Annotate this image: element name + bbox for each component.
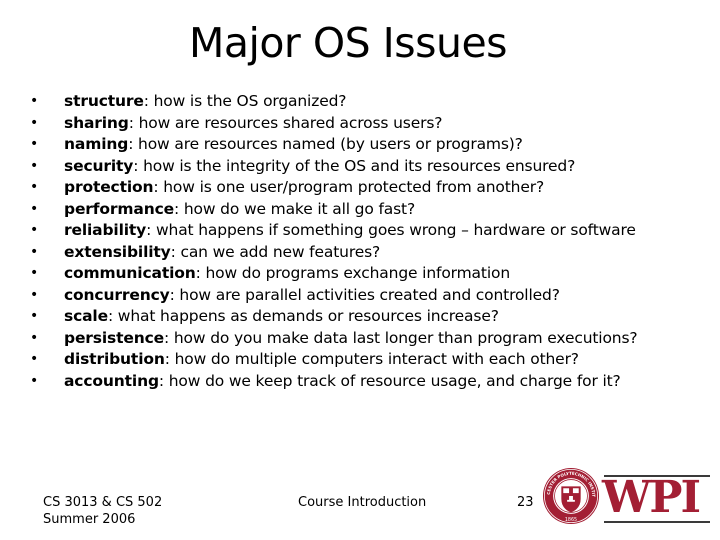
footer-section: Course Introduction [298, 495, 427, 510]
bullet-icon: • [29, 329, 39, 346]
bullet-icon: • [29, 222, 39, 238]
bullet-icon: • [29, 157, 39, 174]
bullet-text: accounting: how do we keep track of reso… [64, 371, 621, 393]
bullet-icon: • [29, 372, 39, 389]
bullet-text: persistence: how do you make data last l… [64, 328, 638, 350]
bullet-description: : how do we keep track of resource usage… [158, 371, 621, 390]
bullet-icon: • [29, 136, 39, 152]
bullet-text: sharing: how are resources shared across… [64, 113, 442, 135]
bullet-text: extensibility: can we add new features? [64, 242, 380, 264]
bullet-description: : how is one user/program protected from… [153, 178, 545, 196]
bullet-icon: • [29, 114, 39, 131]
bullet-icon: • [29, 200, 39, 217]
bullet-description: : how are resources shared across users? [128, 113, 443, 132]
bullet-term: extensibility [64, 242, 171, 261]
bullet-term: communication [64, 264, 196, 282]
bullet-icon: • [29, 265, 39, 281]
page-number: 23 [517, 495, 534, 510]
bullet-icon: • [29, 351, 39, 367]
bullet-term: persistence [64, 328, 165, 347]
bullet-term: accounting [64, 371, 159, 390]
bullet-text: security: how is the integrity of the OS… [64, 156, 575, 178]
bullet-icon: • [29, 93, 39, 109]
bullet-term: concurrency [64, 285, 170, 304]
bullet-text: communication: how do programs exchange … [64, 263, 510, 285]
bullet-term: structure [64, 92, 144, 110]
bullet-description: : how do we make it all go fast? [173, 199, 416, 218]
bullet-text: naming: how are resources named (by user… [64, 134, 523, 156]
bullet-term: security [64, 156, 134, 175]
bullet-text: protection: how is one user/program prot… [64, 177, 544, 199]
wpi-wordmark: WPI [600, 465, 710, 529]
bullet-description: : what happens if something goes wrong –… [146, 221, 636, 239]
bullet-description: : how do multiple computers interact wit… [164, 350, 579, 368]
bullet-term: naming [64, 135, 129, 153]
bullet-description: : how is the integrity of the OS and its… [133, 156, 576, 175]
bullet-text: scale: what happens as demands or resour… [64, 306, 499, 328]
bullet-term: performance [64, 199, 174, 218]
bullet-term: scale [64, 307, 108, 325]
bullet-term: sharing [64, 113, 129, 132]
wpi-seal-icon: 1865 WORCESTER POLYTECHNIC INSTITUTE [542, 467, 600, 525]
bullet-text: performance: how do we make it all go fa… [64, 199, 415, 221]
bullet-description: : how is the OS organized? [143, 92, 347, 110]
wpi-logo: 1865 WORCESTER POLYTECHNIC INSTITUTE WPI [540, 465, 715, 530]
bullet-term: distribution [64, 350, 165, 368]
slide-title: Major OS Issues [188, 19, 508, 67]
wordmark-rule-bottom [604, 521, 710, 523]
bullet-term: reliability [64, 221, 147, 239]
seal-year: 1865 [565, 517, 577, 523]
wordmark-text: WPI [602, 472, 701, 523]
bullet-icon: • [29, 243, 39, 260]
footer-term: Summer 2006 [43, 512, 136, 527]
bullet-text: structure: how is the OS organized? [64, 91, 347, 113]
slide: Major OS Issues • structure: how is the O… [0, 0, 720, 540]
bullet-description: : how are resources named (by users or p… [128, 135, 523, 153]
bullet-term: protection [64, 178, 154, 196]
bullet-description: : how do programs exchange information [195, 264, 511, 282]
bullet-icon: • [29, 286, 39, 303]
bullet-icon: • [29, 179, 39, 195]
bullet-description: : how do you make data last longer than … [164, 328, 638, 347]
footer-course-name: CS 3013 & CS 502 [43, 495, 163, 510]
bullet-description: : can we add new features? [170, 242, 381, 261]
bullet-description: : what happens as demands or resources i… [107, 307, 499, 325]
bullet-text: concurrency: how are parallel activities… [64, 285, 560, 307]
bullet-description: : how are parallel activities created an… [169, 285, 560, 304]
footer-course: CS 3013 & CS 502 Summer 2006 [43, 494, 162, 528]
bullet-text: distribution: how do multiple computers … [64, 349, 579, 371]
bullet-text: reliability: what happens if something g… [64, 220, 636, 242]
bullet-icon: • [29, 308, 39, 324]
